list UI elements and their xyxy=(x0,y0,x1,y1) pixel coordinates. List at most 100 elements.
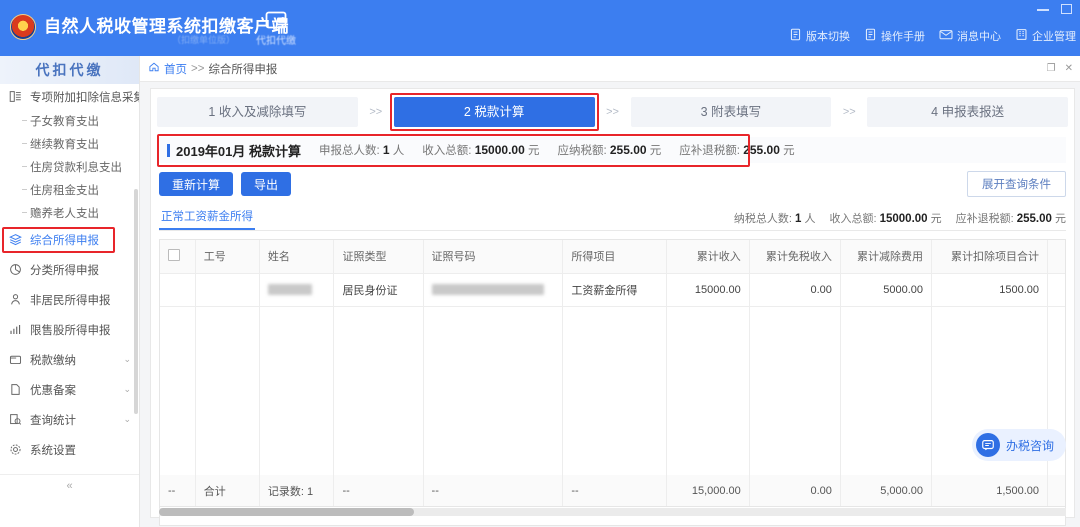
table-header-label: 累计减除费用 xyxy=(857,251,923,263)
summary-unit: 元 xyxy=(528,145,540,157)
breadcrumb-home[interactable]: 首页 xyxy=(164,61,187,77)
select-all-checkbox[interactable] xyxy=(168,249,180,261)
sidebar-menu: 专项附加扣除信息采集 ⌄ 子女教育支出 继续教育支出 住房贷款利息支出 住房租金… xyxy=(0,84,139,474)
breadcrumb: 首页 >> 综合所得申报 ❐ ✕ xyxy=(140,56,1080,82)
cell-xingming xyxy=(259,273,334,306)
step-2-tax-calculation[interactable]: 2 税款计算 xyxy=(394,97,595,127)
document-icon xyxy=(789,28,802,44)
action-toolbar: 重新计算 导出 展开查询条件 xyxy=(159,171,1066,197)
table-header-label: 累计免税收入 xyxy=(766,251,832,263)
total-cell-value: -- xyxy=(571,485,578,497)
total-cell-xingming: 记录数: 1 xyxy=(259,475,334,506)
empty-cell xyxy=(160,306,195,494)
total-cell-value: 0.00 xyxy=(810,485,831,497)
total-cell-value: 记录数: 1 xyxy=(268,486,313,498)
cell-leijijianchufeiyong: 5000.00 xyxy=(840,273,931,306)
table-horizontal-scrollbar[interactable] xyxy=(159,508,1066,516)
sidebar-item-special-deduction[interactable]: 专项附加扣除信息采集 ⌄ xyxy=(0,84,139,109)
sidebar-item-restricted-shares-declaration[interactable]: 限售股所得申报 xyxy=(0,317,139,342)
header-link-label: 版本切换 xyxy=(806,28,850,44)
scrollbar-thumb[interactable] xyxy=(159,508,414,516)
app-subtitle: （扣缴单位版） xyxy=(172,33,235,46)
total-cell-gonghao: 合计 xyxy=(195,475,259,506)
header-link-message-center[interactable]: 消息中心 xyxy=(939,28,1001,44)
wallet-icon xyxy=(9,353,24,366)
step-wizard: 1 收入及减除填写 >> 2 税款计算 >> 3 附表填写 >> 4 申报表报送 xyxy=(151,89,1074,131)
export-button[interactable]: 导出 xyxy=(241,172,291,196)
minimize-button[interactable] xyxy=(1036,2,1050,16)
step-1-income-deduction[interactable]: 1 收入及减除填写 xyxy=(157,97,358,127)
cell-leijimianshuishouru: 0.00 xyxy=(749,273,840,306)
sidebar-item-label: 专项附加扣除信息采集 xyxy=(30,89,139,105)
sidebar-item-label: 限售股所得申报 xyxy=(30,322,111,338)
sidebar-subitem-label: 子女教育支出 xyxy=(30,113,99,129)
sidebar-item-label: 综合所得申报 xyxy=(30,232,99,248)
summary-title: 2019年01月 税款计算 xyxy=(167,141,301,160)
sidebar-item-tax-payment[interactable]: 税款缴纳 ⌄ xyxy=(0,347,139,372)
sidebar-item-preferential-filing[interactable]: 优惠备案 ⌄ xyxy=(0,377,139,402)
expand-query-button[interactable]: 展开查询条件 xyxy=(967,171,1066,197)
step-4-declaration-submit[interactable]: 4 申报表报送 xyxy=(867,97,1068,127)
module-tab-withholding[interactable]: 代扣代缴 xyxy=(248,8,304,47)
sidebar-subitem-label: 继续教育支出 xyxy=(30,136,99,152)
search-doc-icon xyxy=(9,413,24,426)
total-cell-value: 5,000.00 xyxy=(880,485,923,497)
total-cell-zhengjianleixing: -- xyxy=(334,475,423,506)
sidebar-collapse-button[interactable]: « xyxy=(0,474,139,496)
summary-label: 应补退税额: xyxy=(679,145,740,157)
step-separator: >> xyxy=(831,106,867,118)
header-link-label: 消息中心 xyxy=(957,28,1001,44)
table-header-leijijianchufeiyong: 累计减除费用 xyxy=(840,240,931,273)
bars-icon xyxy=(9,323,24,336)
total-cell-suodexiangmu: -- xyxy=(563,475,667,506)
sidebar-item-comprehensive-income-declaration[interactable]: 综合所得申报 xyxy=(0,227,139,252)
header-link-manual[interactable]: 操作手册 xyxy=(864,28,925,44)
sidebar-item-label: 系统设置 xyxy=(30,442,76,458)
window-controls xyxy=(1036,2,1074,16)
cell-value: 5000.00 xyxy=(883,284,923,296)
sidebar-subitem-housing-loan-interest[interactable]: 住房贷款利息支出 xyxy=(0,155,139,178)
step-separator: >> xyxy=(595,106,631,118)
header-link-enterprise-manage[interactable]: 企业管理 xyxy=(1015,28,1076,44)
sidebar-subitem-continuing-education[interactable]: 继续教育支出 xyxy=(0,132,139,155)
breadcrumb-window-actions: ❐ ✕ xyxy=(1047,63,1080,74)
stat-total-income: 收入总额: 15000.00 元 xyxy=(829,210,941,226)
cell-value: 0.00 xyxy=(810,284,831,296)
sidebar-item-label: 非居民所得申报 xyxy=(30,292,111,308)
sidebar-subitem-elderly-support[interactable]: 赡养老人支出 xyxy=(0,201,139,224)
maximize-button[interactable] xyxy=(1060,2,1074,16)
table-empty-space xyxy=(160,306,1066,494)
table-header-label: 工号 xyxy=(204,251,226,263)
sidebar-subitem-child-education[interactable]: 子女教育支出 xyxy=(0,109,139,132)
recalculate-button[interactable]: 重新计算 xyxy=(159,172,233,196)
sidebar-item-query-statistics[interactable]: 查询统计 ⌄ xyxy=(0,407,139,432)
summary-unit: 人 xyxy=(393,145,405,157)
cell-zhengjianhaoma xyxy=(423,273,563,306)
table-header-suodexiangmu: 所得项目 xyxy=(563,240,667,273)
manual-icon xyxy=(864,28,877,44)
sidebar-item-classified-income-declaration[interactable]: 分类所得申报 xyxy=(0,257,139,282)
restore-panel-icon[interactable]: ❐ xyxy=(1047,63,1056,74)
total-cell-leijishouru: 15,000.00 xyxy=(666,475,749,506)
sidebar-scrollbar[interactable] xyxy=(134,189,138,414)
table-header-zhengjianhaoma: 证照号码 xyxy=(423,240,563,273)
empty-cell xyxy=(563,306,667,494)
sidebar-item-nonresident-income-declaration[interactable]: 非居民所得申报 xyxy=(0,287,139,312)
sidebar-item-system-settings[interactable]: 系统设置 xyxy=(0,437,139,462)
table-header-label: 证照类型 xyxy=(342,251,386,263)
tab-normal-salary-income[interactable]: 正常工资薪金所得 xyxy=(159,208,255,230)
table-header-label: 累计收入 xyxy=(697,251,741,263)
step-3-schedule-fill[interactable]: 3 附表填写 xyxy=(631,97,832,127)
stat-taxpayer-count: 纳税总人数: 1 人 xyxy=(734,210,816,226)
stat-value: 15000.00 xyxy=(880,213,928,225)
empty-cell xyxy=(423,306,563,494)
table-header-leijijuanzengne: 累计准予扣除的捐赠额 xyxy=(1048,240,1066,273)
tax-consultation-button[interactable]: 办税咨询 xyxy=(972,429,1066,461)
close-panel-icon[interactable]: ✕ xyxy=(1065,63,1073,74)
summary-unit: 元 xyxy=(783,145,795,157)
table-row[interactable]: 居民身份证工资薪金所得15000.000.005000.001500.000.0… xyxy=(160,273,1066,306)
sidebar-subitem-housing-rent[interactable]: 住房租金支出 xyxy=(0,178,139,201)
tax-emblem-logo xyxy=(10,14,36,40)
table-header-xingming: 姓名 xyxy=(259,240,334,273)
header-link-version-switch[interactable]: 版本切换 xyxy=(789,28,850,44)
